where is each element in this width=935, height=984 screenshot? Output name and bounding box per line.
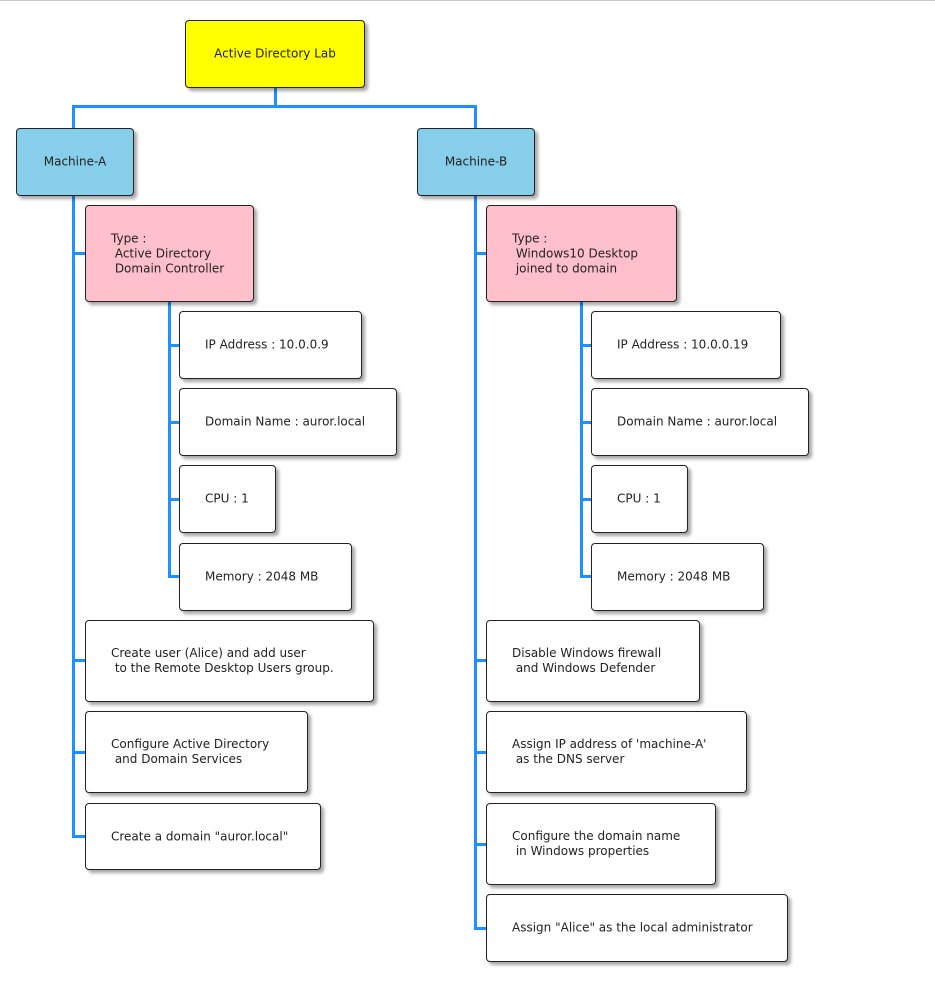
spec-label: Memory : 2048 MB — [205, 569, 319, 584]
connector — [474, 105, 477, 129]
connector — [72, 252, 86, 255]
connector — [72, 659, 86, 662]
spec-label: IP Address : 10.0.0.19 — [617, 337, 749, 352]
machine-a-node: Machine-A — [16, 128, 134, 196]
machine-b-spec-domain: Domain Name : auror.local — [591, 388, 809, 456]
task-label: Create a domain "auror.local" — [111, 829, 289, 843]
machine-b-spec-memory: Memory : 2048 MB — [591, 543, 764, 611]
machine-b-task-3: Configure the domain name in Windows pro… — [486, 803, 716, 885]
connector — [474, 195, 477, 930]
connector — [72, 105, 75, 129]
task-label: Configure Active Directory and Domain Se… — [111, 737, 270, 766]
machine-b-type-node: Type : Windows10 Desktop joined to domai… — [486, 205, 677, 302]
spec-label: Domain Name : auror.local — [205, 414, 366, 429]
machine-b-task-4: Assign "Alice" as the local administrato… — [486, 894, 788, 962]
machine-a-type-node: Type : Active Directory Domain Controlle… — [85, 205, 254, 302]
task-label: Assign IP address of 'machine-A' as the … — [512, 737, 707, 766]
connector — [72, 751, 86, 754]
machine-b-spec-ip: IP Address : 10.0.0.19 — [591, 311, 781, 379]
machine-a-label: Machine-A — [43, 154, 107, 169]
root-label: Active Directory Lab — [214, 46, 336, 61]
root-node: Active Directory Lab — [185, 20, 365, 88]
machine-a-task-1: Create user (Alice) and add user to the … — [85, 620, 374, 702]
connector — [72, 835, 86, 838]
spec-label: CPU : 1 — [617, 491, 661, 506]
connector — [168, 301, 171, 578]
spec-label: Memory : 2048 MB — [617, 569, 731, 584]
spec-label: CPU : 1 — [205, 491, 249, 506]
connector — [72, 195, 75, 838]
machine-a-spec-cpu: CPU : 1 — [179, 465, 276, 533]
task-label: Assign "Alice" as the local administrato… — [512, 920, 753, 935]
top-border — [0, 0, 935, 1]
spec-label: IP Address : 10.0.0.9 — [205, 337, 329, 352]
connector — [274, 87, 277, 107]
task-label: Configure the domain name in Windows pro… — [512, 829, 681, 858]
machine-b-task-2: Assign IP address of 'machine-A' as the … — [486, 711, 747, 793]
connector — [580, 301, 583, 578]
machine-a-type-label: Type : Active Directory Domain Controlle… — [111, 231, 225, 275]
machine-b-label: Machine-B — [444, 154, 508, 169]
task-label: Create user (Alice) and add user to the … — [111, 646, 334, 675]
machine-a-spec-memory: Memory : 2048 MB — [179, 543, 352, 611]
task-label: Disable Windows firewall and Windows Def… — [512, 646, 662, 675]
machine-b-spec-cpu: CPU : 1 — [591, 465, 688, 533]
machine-b-type-label: Type : Windows10 Desktop joined to domai… — [512, 231, 638, 275]
machine-a-task-3: Create a domain "auror.local" — [85, 803, 321, 870]
machine-a-task-2: Configure Active Directory and Domain Se… — [85, 711, 308, 793]
spec-label: Domain Name : auror.local — [617, 414, 778, 429]
machine-b-node: Machine-B — [417, 128, 535, 196]
machine-a-spec-ip: IP Address : 10.0.0.9 — [179, 311, 362, 379]
machine-a-spec-domain: Domain Name : auror.local — [179, 388, 397, 456]
connector — [72, 105, 477, 108]
machine-b-task-1: Disable Windows firewall and Windows Def… — [486, 620, 700, 702]
